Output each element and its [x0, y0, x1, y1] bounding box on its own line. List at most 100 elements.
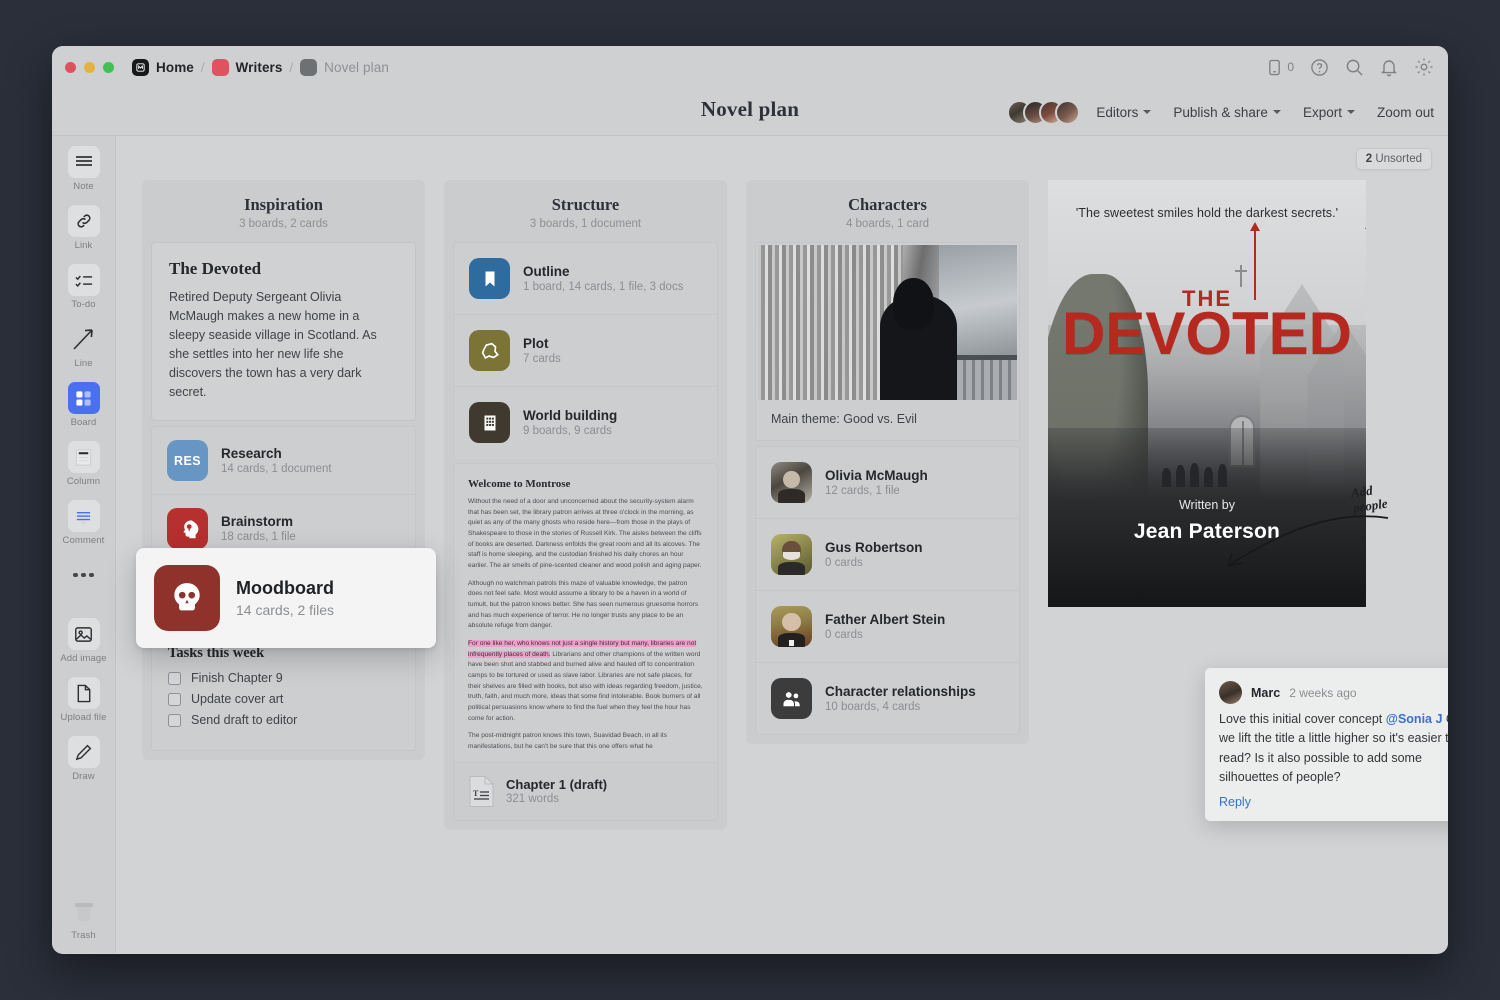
- comment-text: Love this initial cover concept @Sonia J…: [1219, 710, 1448, 788]
- tool-add-image[interactable]: Add image: [52, 618, 115, 664]
- tool-draw[interactable]: Draw: [52, 736, 115, 782]
- settings-icon[interactable]: [1414, 57, 1434, 77]
- document-card-welcome-to-montrose[interactable]: Welcome to Montrose Without the need of …: [453, 463, 718, 821]
- board-item-name: Gus Robertson: [825, 540, 923, 555]
- note-card-the-devoted[interactable]: The Devoted Retired Deputy Sergeant Oliv…: [151, 242, 416, 421]
- image-card-main-theme[interactable]: Main theme: Good vs. Evil: [755, 242, 1020, 441]
- task-item[interactable]: Update cover art: [168, 692, 399, 706]
- board-item-olivia-mcmaugh[interactable]: Olivia McMaugh 12 cards, 1 file: [755, 446, 1020, 518]
- task-checkbox[interactable]: [168, 693, 181, 706]
- zoom-out-button[interactable]: Zoom out: [1377, 105, 1434, 120]
- app-window: Home / Writers / Novel plan 0: [52, 46, 1448, 954]
- column-header[interactable]: Characters 4 boards, 1 card: [746, 180, 1029, 242]
- task-item[interactable]: Finish Chapter 9: [168, 671, 399, 685]
- tool-more[interactable]: [52, 559, 115, 591]
- mobile-icon[interactable]: 0: [1267, 59, 1294, 76]
- editors-menu[interactable]: Editors: [1096, 105, 1151, 120]
- tool-todo[interactable]: To-do: [52, 264, 115, 310]
- file-card-chapter-1[interactable]: T Chapter 1 (draft) 321 words: [454, 762, 717, 820]
- close-window-button[interactable]: [65, 62, 76, 73]
- board-canvas[interactable]: 2 Unsorted Inspiration 3 boards, 2 cards…: [116, 136, 1448, 953]
- board-item-name: Brainstorm: [221, 514, 296, 529]
- board-item-world-building[interactable]: World building 9 boards, 9 cards: [453, 386, 718, 458]
- comment-mention[interactable]: @Sonia J: [1386, 712, 1443, 726]
- tool-board[interactable]: Board: [52, 382, 115, 428]
- maximize-window-button[interactable]: [103, 62, 114, 73]
- tool-link[interactable]: Link: [52, 205, 115, 251]
- board-item-father-albert-stein[interactable]: Father Albert Stein 0 cards: [755, 590, 1020, 662]
- board-item-sub: 14 cards, 1 document: [221, 463, 332, 475]
- help-icon[interactable]: [1310, 58, 1329, 77]
- dragging-card-moodboard[interactable]: Moodboard 14 cards, 2 files: [136, 548, 436, 648]
- todo-card-tasks[interactable]: Tasks this week Finish Chapter 9 Update …: [151, 630, 416, 751]
- notifications-icon[interactable]: [1380, 58, 1398, 77]
- zoom-out-label: Zoom out: [1377, 105, 1434, 120]
- tool-note[interactable]: Note: [52, 146, 115, 192]
- board-item-name: Research: [221, 446, 332, 461]
- unsorted-label: Unsorted: [1375, 153, 1422, 165]
- upload-file-icon: [68, 677, 100, 709]
- tool-label: Comment: [63, 535, 105, 546]
- breadcrumb-item-novel-plan[interactable]: Novel plan: [300, 59, 389, 76]
- board-item-research[interactable]: RES Research 14 cards, 1 document: [151, 426, 416, 494]
- board-item-character-relationships[interactable]: Character relationships 10 boards, 4 car…: [755, 662, 1020, 735]
- search-icon[interactable]: [1345, 58, 1364, 77]
- app-body: Note Link To-do Line: [52, 136, 1448, 953]
- tool-label: Link: [75, 240, 93, 251]
- board-chip-icon: [212, 59, 229, 76]
- editor-avatars[interactable]: [1007, 100, 1080, 125]
- board-item-name: Character relationships: [825, 684, 976, 699]
- cover-title: DEVOTED: [1048, 304, 1366, 364]
- bookmark-icon: [469, 258, 510, 299]
- tool-upload-file[interactable]: Upload file: [52, 677, 115, 723]
- editors-label: Editors: [1096, 105, 1138, 120]
- image-caption: Main theme: Good vs. Evil: [756, 400, 1019, 440]
- minimize-window-button[interactable]: [84, 62, 95, 73]
- comment-timestamp: 2 weeks ago: [1289, 686, 1356, 700]
- task-checkbox[interactable]: [168, 672, 181, 685]
- milanote-logo-icon: [132, 59, 149, 76]
- avatar: [1055, 100, 1080, 125]
- board-item-plot[interactable]: Plot 7 cards: [453, 314, 718, 386]
- board-item-sub: 0 cards: [825, 629, 945, 641]
- avatar: [1219, 681, 1242, 704]
- comment-header: Marc 2 weeks ago: [1219, 681, 1448, 704]
- breadcrumb-item-writers[interactable]: Writers: [212, 59, 283, 76]
- link-icon: [68, 205, 100, 237]
- tool-label: To-do: [71, 299, 95, 310]
- chevron-down-icon: [1347, 110, 1355, 114]
- silhouette-photo: [758, 245, 1017, 400]
- chevron-down-icon: [1273, 110, 1281, 114]
- column-characters: Characters 4 boards, 1 card: [746, 180, 1029, 830]
- note-title: The Devoted: [169, 259, 398, 279]
- board-chip-icon: [300, 59, 317, 76]
- comment-reply-button[interactable]: Reply: [1219, 795, 1448, 809]
- task-item[interactable]: Send draft to editor: [168, 713, 399, 727]
- breadcrumb-label-novel-plan: Novel plan: [324, 60, 389, 75]
- task-checkbox[interactable]: [168, 714, 181, 727]
- board-item-gus-robertson[interactable]: Gus Robertson 0 cards: [755, 518, 1020, 590]
- board-item-outline[interactable]: Outline 1 board, 14 cards, 1 file, 3 doc…: [453, 242, 718, 314]
- column-icon: [68, 441, 100, 473]
- export-menu[interactable]: Export: [1303, 105, 1355, 120]
- tool-label: Note: [73, 181, 93, 192]
- breadcrumb-separator: /: [201, 60, 205, 75]
- column-subtitle: 3 boards, 1 document: [444, 218, 727, 230]
- tool-comment[interactable]: Comment: [52, 500, 115, 546]
- breadcrumb-item-home[interactable]: Home: [132, 59, 194, 76]
- column-header[interactable]: Inspiration 3 boards, 2 cards: [142, 180, 425, 242]
- column-header[interactable]: Structure 3 boards, 1 document: [444, 180, 727, 242]
- unsorted-count: 2: [1366, 153, 1372, 165]
- tool-column[interactable]: Column: [52, 441, 115, 487]
- board-item-name: Plot: [523, 336, 561, 351]
- publish-share-menu[interactable]: Publish & share: [1173, 105, 1281, 120]
- text-document-icon: T: [468, 775, 495, 808]
- comment-popup[interactable]: Marc 2 weeks ago Love this initial cover…: [1205, 668, 1448, 821]
- unsorted-badge[interactable]: 2 Unsorted: [1356, 148, 1432, 170]
- tool-trash[interactable]: Trash: [52, 895, 115, 941]
- column-title: Structure: [444, 195, 727, 215]
- tool-line[interactable]: Line: [52, 323, 115, 369]
- note-body: Retired Deputy Sergeant Olivia McMaugh m…: [169, 288, 398, 402]
- book-cover-artwork: 'The sweetest smiles hold the darkest se…: [1048, 180, 1366, 607]
- column-structure: Structure 3 boards, 1 document Outline: [444, 180, 727, 830]
